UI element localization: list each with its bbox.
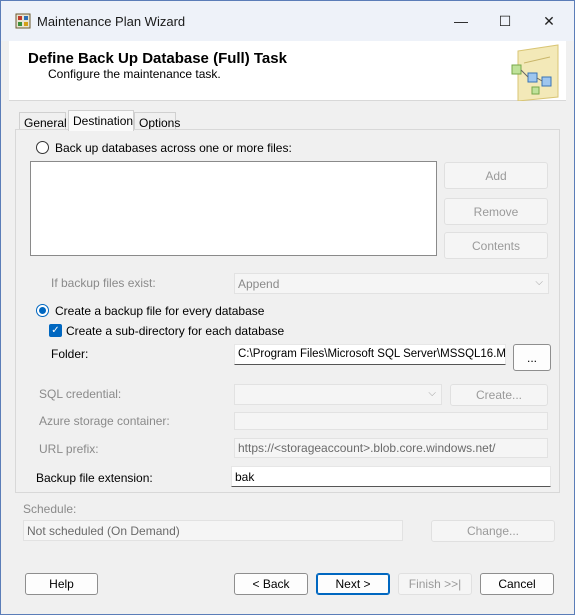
extension-input[interactable]: bak xyxy=(231,466,551,487)
change-schedule-button[interactable]: Change... xyxy=(431,520,555,542)
per-database-label: Create a backup file for every database xyxy=(55,304,265,318)
help-button[interactable]: Help xyxy=(25,573,98,595)
if-exist-label: If backup files exist: xyxy=(51,276,156,290)
url-prefix-input[interactable]: https://<storageaccount>.blob.core.windo… xyxy=(234,438,548,458)
wizard-window: Maintenance Plan Wizard — ☐ ✕ Define Bac… xyxy=(0,0,575,615)
page-title: Define Back Up Database (Full) Task xyxy=(28,50,287,67)
azure-container-input[interactable] xyxy=(234,412,548,430)
chevron-down-icon: ⌵ xyxy=(535,277,543,288)
tab-options[interactable]: Options xyxy=(134,112,180,130)
maximize-button[interactable]: ☐ xyxy=(482,1,528,41)
folder-label: Folder: xyxy=(51,347,89,361)
minimize-icon: — xyxy=(454,13,468,29)
close-button[interactable]: ✕ xyxy=(526,1,572,41)
extension-label: Backup file extension: xyxy=(36,471,153,485)
sql-credential-label: SQL credential: xyxy=(39,387,122,401)
window-title: Maintenance Plan Wizard xyxy=(37,14,186,29)
finish-button[interactable]: Finish >>| xyxy=(398,573,472,595)
next-button[interactable]: Next > xyxy=(316,573,390,595)
tab-destination[interactable]: Destination xyxy=(68,110,134,131)
create-credential-button[interactable]: Create... xyxy=(450,384,548,406)
across-files-radio[interactable] xyxy=(36,141,49,154)
if-exist-value: Append xyxy=(238,277,280,291)
browse-folder-button[interactable]: ... xyxy=(513,344,551,371)
back-button[interactable]: < Back xyxy=(234,573,308,595)
title-bar: Maintenance Plan Wizard — ☐ ✕ xyxy=(1,1,574,41)
if-exist-select[interactable]: Append ⌵ xyxy=(234,273,549,294)
schedule-label: Schedule: xyxy=(23,502,77,516)
url-prefix-label: URL prefix: xyxy=(39,442,99,456)
backup-files-list[interactable] xyxy=(30,161,437,256)
wizard-header: Define Back Up Database (Full) Task Conf… xyxy=(9,41,566,101)
maximize-icon: ☐ xyxy=(498,12,512,29)
add-button[interactable]: Add xyxy=(444,162,548,189)
subdirectory-label: Create a sub-directory for each database xyxy=(66,324,285,338)
subdirectory-checkbox[interactable]: ✓ xyxy=(49,324,62,337)
folder-input[interactable]: C:\Program Files\Microsoft SQL Server\MS… xyxy=(234,344,506,365)
contents-button[interactable]: Contents xyxy=(444,232,548,259)
sql-credential-select[interactable]: ⌵ xyxy=(234,384,442,405)
minimize-button[interactable]: — xyxy=(438,1,484,41)
close-icon: ✕ xyxy=(543,12,555,29)
remove-button[interactable]: Remove xyxy=(444,198,548,225)
wizard-banner-icon xyxy=(511,44,559,101)
azure-container-label: Azure storage container: xyxy=(39,414,170,428)
cancel-button[interactable]: Cancel xyxy=(480,573,554,595)
schedule-value: Not scheduled (On Demand) xyxy=(23,520,403,541)
across-files-label: Back up databases across one or more fil… xyxy=(55,141,292,155)
per-database-radio[interactable] xyxy=(36,304,49,317)
chevron-down-icon: ⌵ xyxy=(428,388,436,399)
maintenance-wizard-icon xyxy=(15,13,31,29)
tab-general[interactable]: General xyxy=(19,112,67,130)
page-subtitle: Configure the maintenance task. xyxy=(48,67,221,81)
